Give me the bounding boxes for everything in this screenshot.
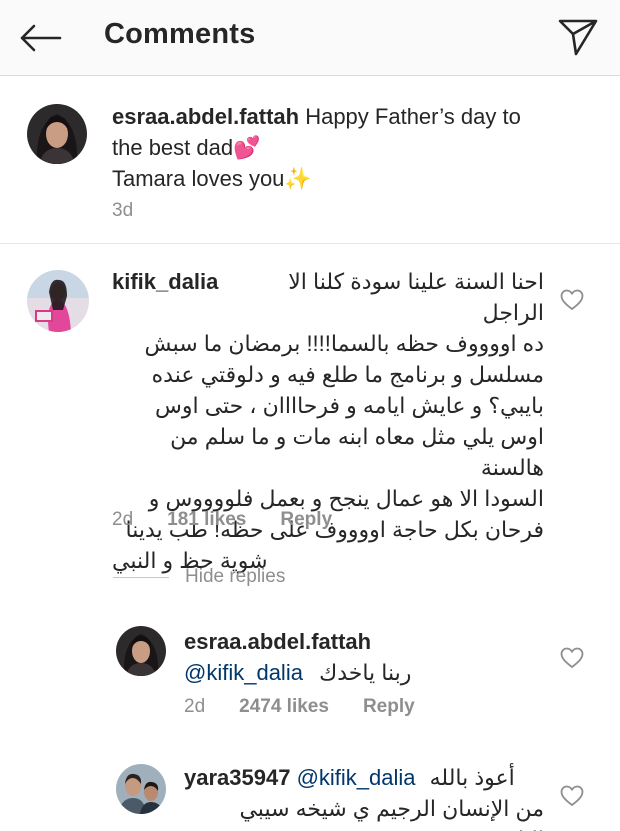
reply-time: 2d: [184, 696, 206, 717]
comment-line: مسلسل و برنامج ما طلع فيه و دلوقتي عنده: [151, 362, 544, 387]
reply-text-line-2: من الإنسان الرجيم ي شيخه سيبي الناس: [239, 796, 544, 831]
comment-line: ده اووووف حظه بالسما!!!! برمضان ما سبش: [144, 331, 544, 356]
comment-line: اوس يلي مثل معاه ابنه مات و ما سلم من ها…: [170, 424, 544, 480]
like-heart-icon[interactable]: [560, 785, 584, 807]
caption-meta: 3d: [112, 200, 133, 222]
avatar[interactable]: [116, 626, 166, 676]
reply-body: yara35947 @kifik_dalia أعوذ بالله من الإ…: [184, 762, 544, 831]
back-arrow-icon: [20, 24, 62, 52]
mention-link[interactable]: @kifik_dalia: [297, 765, 416, 790]
top-bar: Comments: [0, 0, 620, 76]
avatar-photo-icon: [27, 104, 87, 164]
avatar[interactable]: [116, 764, 166, 814]
reply-button[interactable]: Reply: [363, 696, 415, 718]
mention-link[interactable]: @kifik_dalia: [184, 660, 303, 685]
reply-username[interactable]: esraa.abdel.fattah: [184, 629, 371, 654]
caption-time: 3d: [112, 200, 134, 221]
divider: [113, 576, 169, 578]
reply-text: ربنا ياخدك: [319, 660, 412, 685]
comment-line: بايبي؟ و عايش ايامه و فرحاااان ، حتى اوس: [155, 393, 544, 418]
reply-username[interactable]: yara35947: [184, 765, 290, 790]
comment-line: احنا السنة علينا سودة كلنا الا الراجل: [288, 269, 544, 325]
direct-share-icon: [558, 19, 598, 56]
caption-line-1: Happy Father’s day to: [305, 104, 521, 129]
page-title: Comments: [104, 18, 256, 50]
avatar[interactable]: [27, 104, 87, 164]
back-button[interactable]: [14, 16, 66, 60]
caption-text: esraa.abdel.fattah Happy Father’s day to…: [112, 101, 592, 194]
caption-username[interactable]: esraa.abdel.fattah: [112, 104, 299, 129]
avatar-photo-icon: [116, 764, 166, 814]
avatar-photo-icon: [27, 270, 89, 332]
comment-likes[interactable]: 181 likes: [167, 509, 246, 531]
reply-likes[interactable]: 2474 likes: [239, 696, 329, 718]
post-caption: esraa.abdel.fattah Happy Father’s day to…: [0, 77, 620, 244]
caption-line-3: Tamara loves you✨: [112, 166, 312, 191]
comment-meta: 2d 181 likes Reply: [112, 509, 332, 531]
avatar[interactable]: [27, 270, 89, 332]
reply-header: esraa.abdel.fattah @kifik_dalia ربنا ياخ…: [184, 626, 544, 688]
hide-replies-label: Hide replies: [185, 566, 286, 587]
like-heart-icon[interactable]: [560, 289, 584, 311]
reply-text-line-1: أعوذ بالله: [429, 765, 515, 790]
caption-line-2: the best dad💕: [112, 135, 261, 160]
comment-time: 2d: [112, 509, 134, 530]
avatar-photo-icon: [116, 626, 166, 676]
share-button[interactable]: [554, 14, 602, 60]
reply-button[interactable]: Reply: [280, 509, 332, 531]
hide-replies-toggle[interactable]: Hide replies: [113, 566, 285, 588]
like-heart-icon[interactable]: [560, 647, 584, 669]
reply-meta: 2d 2474 likes Reply: [184, 696, 415, 718]
